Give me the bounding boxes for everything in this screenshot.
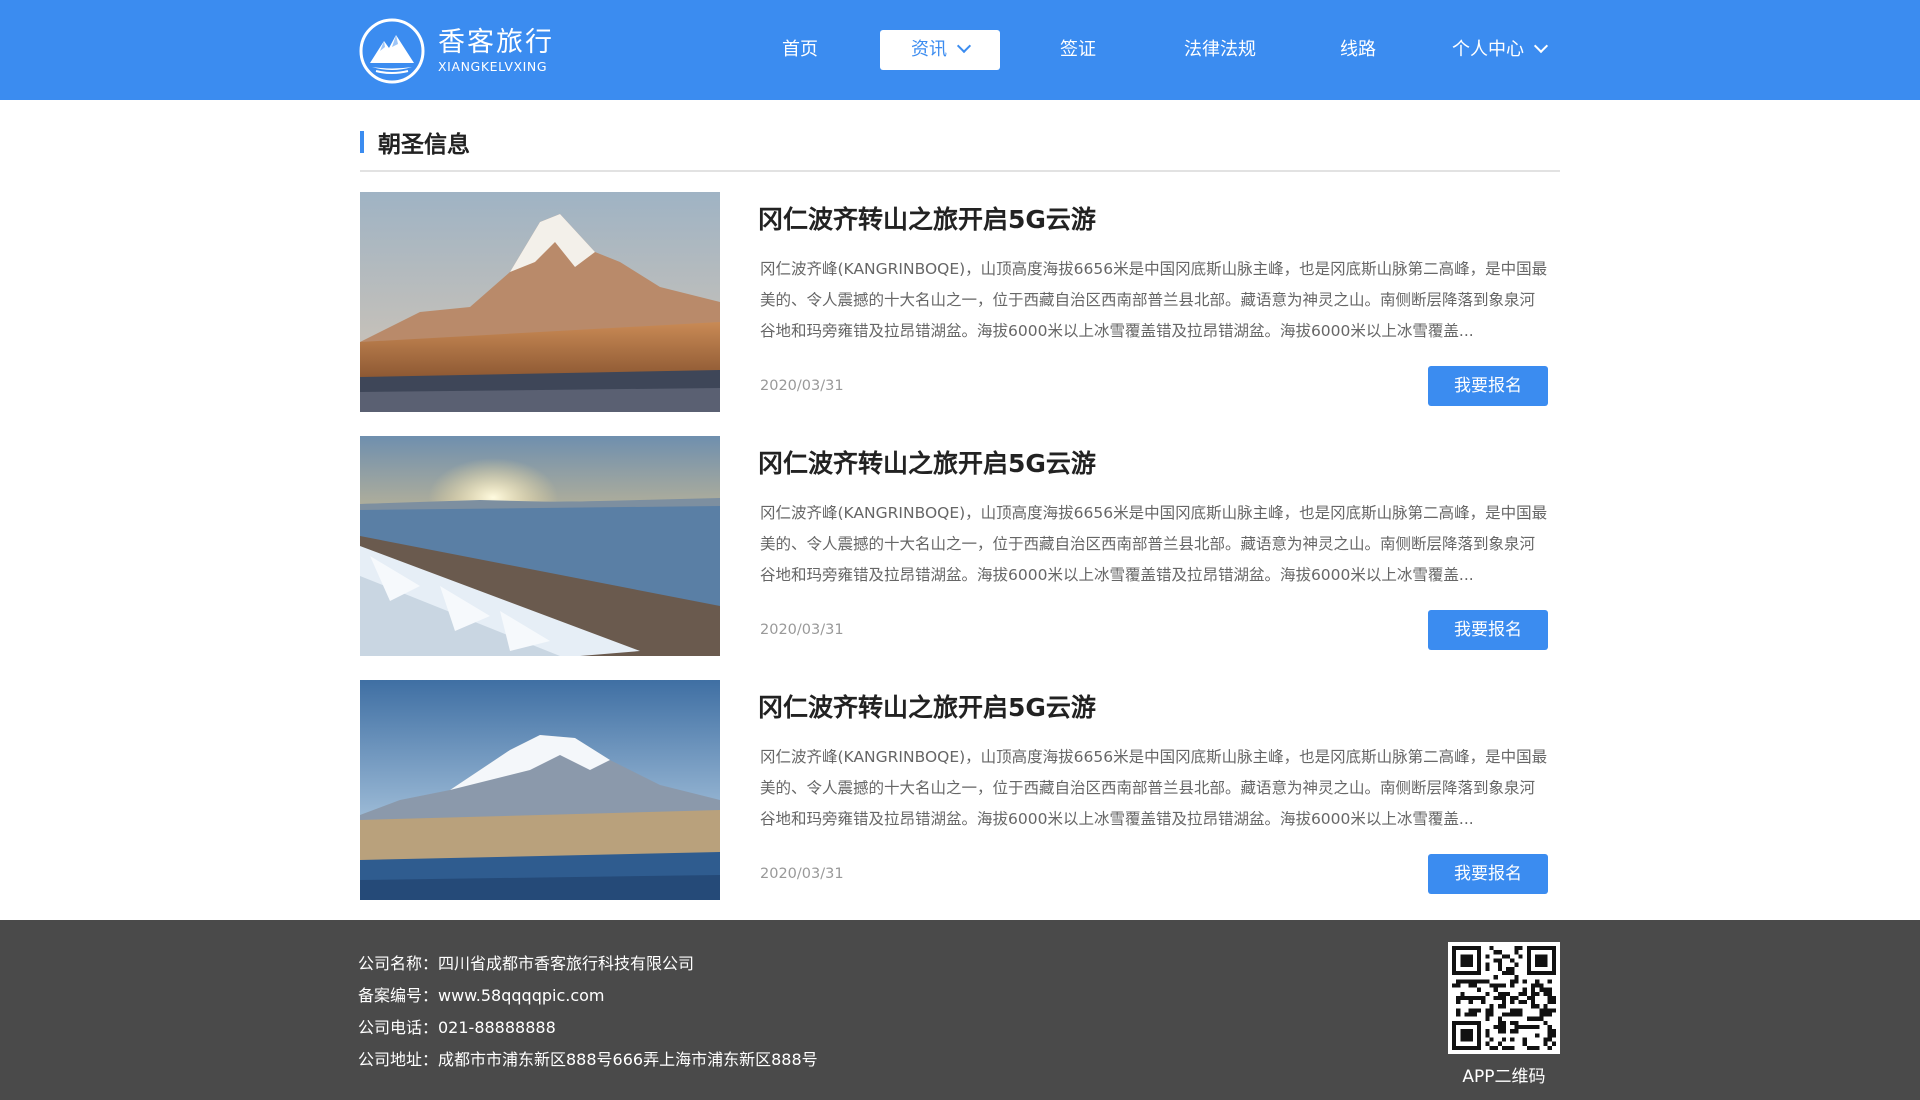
footer-phone: 公司电话：021-88888888 — [358, 1018, 556, 1037]
qr-label: APP二维码 — [1462, 1067, 1546, 1087]
snow-mountain-image — [360, 680, 720, 900]
article-description: 冈仁波齐峰(KANGRINBOQE)，山顶高度海拔6656米是中国冈底斯山脉主峰… — [760, 504, 1548, 584]
top-header: 香客旅行 XIANGKELVXING 首页 资讯 签证 法律法规 线路 个人中心 — [0, 0, 1920, 100]
signup-button[interactable]: 我要报名 — [1428, 610, 1548, 650]
article-title[interactable]: 冈仁波齐转山之旅开启5G云游 — [758, 200, 1096, 236]
nav-item-routes[interactable]: 线路 — [1328, 30, 1388, 70]
nav-item-label: 个人中心 — [1452, 39, 1524, 60]
nav-item-label: 线路 — [1340, 39, 1376, 60]
article-image[interactable] — [360, 192, 720, 412]
footer-company-name: 公司名称：四川省成都市香客旅行科技有限公司 — [358, 954, 695, 973]
nav-item-news[interactable]: 资讯 — [880, 30, 1000, 70]
article-description: 冈仁波齐峰(KANGRINBOQE)，山顶高度海拔6656米是中国冈底斯山脉主峰… — [760, 748, 1548, 828]
article-date: 2020/03/31 — [760, 378, 844, 394]
section-divider — [360, 170, 1560, 172]
article-card: 冈仁波齐转山之旅开启5G云游 冈仁波齐峰(KANGRINBOQE)，山顶高度海拔… — [360, 192, 1560, 412]
nav-item-home[interactable]: 首页 — [770, 30, 830, 70]
chevron-down-icon — [956, 38, 972, 54]
article-image[interactable] — [360, 680, 720, 900]
article-title[interactable]: 冈仁波齐转山之旅开启5G云游 — [758, 688, 1096, 724]
nav-item-visa[interactable]: 签证 — [1048, 30, 1108, 70]
article-card: 冈仁波齐转山之旅开启5G云游 冈仁波齐峰(KANGRINBOQE)，山顶高度海拔… — [360, 680, 1560, 900]
footer-address: 公司地址：成都市市浦东新区888号666弄上海市浦东新区888号 — [358, 1050, 818, 1069]
article-description: 冈仁波齐峰(KANGRINBOQE)，山顶高度海拔6656米是中国冈底斯山脉主峰… — [760, 260, 1548, 340]
article-date: 2020/03/31 — [760, 622, 844, 638]
section-heading: 朝圣信息 — [360, 128, 470, 158]
article-image[interactable] — [360, 436, 720, 656]
article-title[interactable]: 冈仁波齐转山之旅开启5G云游 — [758, 444, 1096, 480]
article-date: 2020/03/31 — [760, 866, 844, 882]
lake-sunset-image — [360, 436, 720, 656]
nav-item-label: 签证 — [1060, 39, 1096, 60]
nav-item-label: 资讯 — [911, 39, 947, 60]
brand-name-en: XIANGKELVXING — [438, 59, 548, 74]
page-footer: 公司名称：四川省成都市香客旅行科技有限公司 备案编号：www.58qqqqpic… — [0, 920, 1920, 1100]
signup-button[interactable]: 我要报名 — [1428, 366, 1548, 406]
qr-code-icon — [1452, 946, 1556, 1050]
chevron-down-icon — [1533, 38, 1549, 54]
footer-record-number: 备案编号：www.58qqqqpic.com — [358, 986, 605, 1005]
signup-button[interactable]: 我要报名 — [1428, 854, 1548, 894]
nav-item-laws[interactable]: 法律法规 — [1172, 30, 1268, 70]
nav-item-label: 法律法规 — [1184, 39, 1256, 60]
section-title: 朝圣信息 — [378, 132, 470, 158]
nav-item-label: 首页 — [782, 39, 818, 60]
app-qr-code[interactable] — [1448, 942, 1560, 1054]
article-card: 冈仁波齐转山之旅开启5G云游 冈仁波齐峰(KANGRINBOQE)，山顶高度海拔… — [360, 436, 1560, 656]
brand-text: 香客旅行 XIANGKELVXING — [438, 27, 554, 75]
mountain-logo-icon — [359, 18, 425, 84]
mountain-landscape-image — [360, 192, 720, 412]
nav-item-profile[interactable]: 个人中心 — [1446, 30, 1552, 70]
title-accent-bar — [360, 131, 364, 153]
brand-logo[interactable]: 香客旅行 XIANGKELVXING — [358, 17, 558, 85]
brand-name-cn: 香客旅行 — [438, 27, 554, 58]
